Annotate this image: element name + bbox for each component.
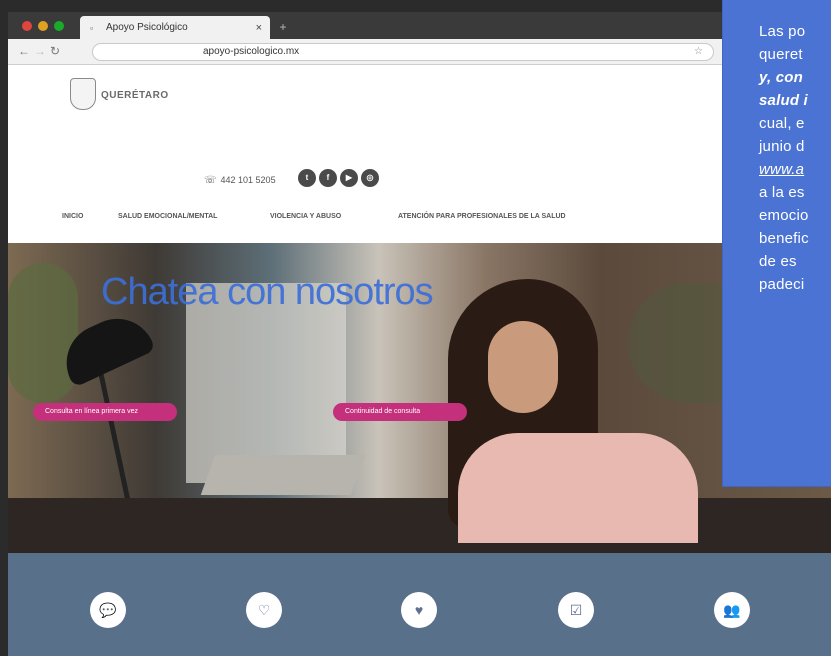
laptop-image (200, 455, 366, 495)
nav-item-violencia[interactable]: VIOLENCIA Y ABUSO (270, 213, 341, 220)
site-logo[interactable]: QUERÉTARO (70, 78, 169, 110)
nav-item-atencion-profesionales[interactable]: ATENCIÓN PARA PROFESIONALES DE LA SALUD (398, 213, 566, 220)
overlay-line: emocio (759, 207, 809, 224)
back-icon[interactable]: ← (18, 44, 30, 58)
nav-item-inicio[interactable]: INICIO (62, 213, 83, 220)
overlay-line: y, con (759, 69, 803, 86)
overlay-link[interactable]: www.a (759, 158, 831, 181)
address-bar[interactable]: apoyo-psicologico.mx ☆ (92, 43, 714, 61)
phone-number: 442 101 5205 (220, 175, 276, 185)
youtube-icon[interactable]: ▶ (340, 169, 358, 187)
overlay-line: cual, e (759, 115, 805, 132)
address-url: apoyo-psicologico.mx (203, 46, 300, 57)
info-overlay-panel: Las po queret y, con salud i cual, e jun… (722, 0, 831, 487)
services-band: 💬 ♡ ♥ ☑ 👥 (8, 553, 831, 656)
phone-icon: ☏ (204, 175, 217, 186)
tab-bar: ▫ Apoyo Psicológico × + (8, 12, 831, 39)
maximize-window-button[interactable] (54, 21, 64, 31)
browser-tab[interactable]: ▫ Apoyo Psicológico × (80, 16, 270, 39)
nav-item-salud-emocional[interactable]: SALUD EMOCIONAL/MENTAL (118, 213, 217, 220)
overlay-line: queret (759, 46, 803, 63)
bookmark-star-icon[interactable]: ☆ (694, 44, 703, 60)
new-tab-button[interactable]: + (276, 20, 290, 34)
continue-consult-button[interactable]: Continuidad de consulta (333, 403, 467, 421)
browser-toolbar: ← → ↻ apoyo-psicologico.mx ☆ (8, 39, 831, 65)
heart-care-icon[interactable]: ♡ (246, 592, 282, 628)
overlay-line: junio d (759, 138, 805, 155)
first-consult-button[interactable]: Consulta en línea primera vez (33, 403, 177, 421)
logo-name: QUERÉTARO (101, 89, 169, 101)
close-window-button[interactable] (22, 21, 32, 31)
phone-contact[interactable]: ☏ 442 101 5205 (204, 175, 276, 186)
tab-close-icon[interactable]: × (256, 22, 262, 34)
forward-icon[interactable]: → (34, 44, 46, 58)
overlay-line: salud i (759, 92, 808, 109)
woman-photo (458, 433, 698, 543)
page-favicon-icon: ▫ (90, 22, 94, 33)
hero-banner: Chatea con nosotros Consulta en línea pr… (8, 243, 831, 553)
tab-title: Apoyo Psicológico (106, 22, 188, 33)
web-page: QUERÉTARO ☏ 442 101 5205 t f ▶ ◎ INICIO S… (8, 65, 831, 656)
coat-of-arms-icon (70, 78, 96, 110)
overlay-line: de es (759, 253, 797, 270)
heart-icon[interactable]: ♥ (401, 592, 437, 628)
instagram-icon[interactable]: ◎ (361, 169, 379, 187)
chat-icon[interactable]: 💬 (90, 592, 126, 628)
overlay-text: Las po queret y, con salud i cual, e jun… (759, 20, 831, 296)
overlay-line: Las po (759, 23, 806, 40)
browser-window: ▫ Apoyo Psicológico × + ← → ↻ apoyo-psic… (8, 12, 831, 656)
overlay-line: a la es (759, 184, 805, 201)
twitter-icon[interactable]: t (298, 169, 316, 187)
checklist-icon[interactable]: ☑ (558, 592, 594, 628)
hero-title: Chatea con nosotros (101, 271, 434, 313)
people-icon[interactable]: 👥 (714, 592, 750, 628)
overlay-line: padeci (759, 276, 805, 293)
main-navigation: INICIO SALUD EMOCIONAL/MENTAL VIOLENCIA … (8, 211, 831, 227)
reload-icon[interactable]: ↻ (50, 44, 60, 58)
facebook-icon[interactable]: f (319, 169, 337, 187)
minimize-window-button[interactable] (38, 21, 48, 31)
social-links: t f ▶ ◎ (298, 169, 379, 187)
overlay-line: benefic (759, 230, 809, 247)
